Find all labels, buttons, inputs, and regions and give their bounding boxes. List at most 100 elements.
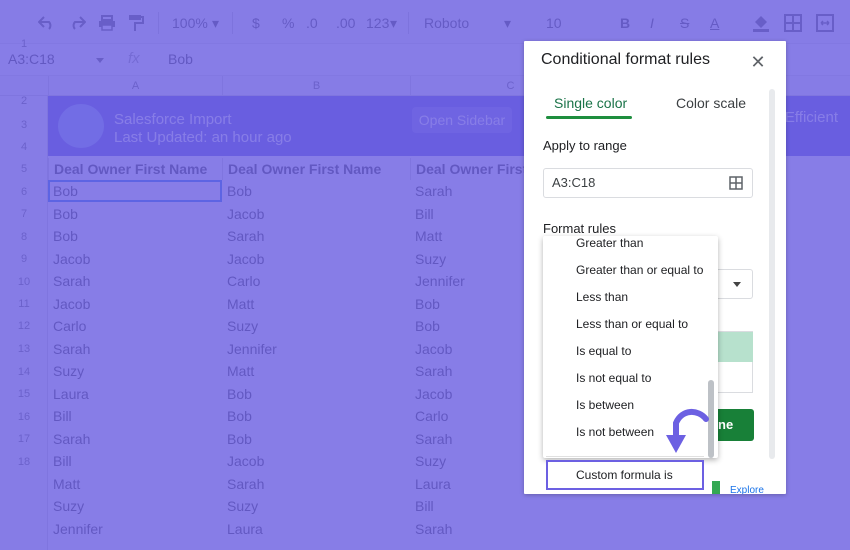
tab-color-scale[interactable]: Color scale — [676, 95, 746, 111]
table-cell[interactable]: Bob — [48, 203, 222, 225]
explore-link[interactable]: Explore — [730, 485, 764, 494]
row-number[interactable]: 5 — [0, 163, 48, 175]
table-cell[interactable]: Bob — [222, 383, 410, 405]
increase-decimal-button[interactable]: .00 — [336, 12, 355, 34]
table-cell[interactable]: Suzy — [48, 360, 222, 382]
row-number[interactable]: 14 — [0, 366, 48, 378]
header-cell[interactable]: Deal Owner First Name — [222, 158, 410, 180]
row-number[interactable]: 10 — [0, 276, 48, 288]
table-cell[interactable]: Suzy — [48, 495, 222, 517]
number-format-select[interactable]: 123 — [366, 12, 389, 34]
bold-button[interactable]: B — [620, 12, 630, 34]
font-size-select[interactable]: 10 — [546, 12, 562, 34]
row-number[interactable]: 15 — [0, 388, 48, 400]
table-cell[interactable]: Jacob — [222, 203, 410, 225]
table-cell[interactable]: Sarah — [48, 270, 222, 292]
table-cell[interactable]: Sarah — [222, 473, 410, 495]
table-cell[interactable]: Bill — [48, 405, 222, 427]
table-cell[interactable]: Matt — [48, 473, 222, 495]
format-tabs: Single color Color scale — [524, 93, 774, 121]
menu-item-custom-formula[interactable]: Custom formula is — [546, 460, 704, 490]
name-box[interactable]: A3:C18 — [8, 51, 55, 67]
table-cell[interactable]: Suzy — [222, 315, 410, 337]
table-cell[interactable]: Bob — [222, 405, 410, 427]
row-number[interactable]: 1 — [0, 38, 48, 50]
table-cell[interactable]: Jennifer — [222, 338, 410, 360]
row-number[interactable]: 2 — [0, 95, 48, 107]
active-cell-selection — [48, 180, 222, 202]
borders-icon[interactable] — [784, 12, 802, 34]
column-header-a[interactable]: A — [48, 76, 222, 96]
table-cell[interactable]: Bob — [48, 225, 222, 247]
table-cell[interactable]: Bob — [222, 180, 410, 202]
row-number[interactable]: 16 — [0, 411, 48, 423]
row-number[interactable]: 13 — [0, 343, 48, 355]
open-sidebar-button[interactable]: Open Sidebar — [412, 107, 512, 133]
row-number[interactable]: 18 — [0, 456, 48, 468]
explore-icon — [712, 481, 720, 494]
redo-icon[interactable] — [68, 12, 86, 34]
table-cell[interactable]: Sarah — [48, 428, 222, 450]
active-tab-indicator — [546, 116, 632, 119]
decrease-decimal-button[interactable]: .0 — [306, 12, 318, 34]
currency-format-button[interactable]: $ — [252, 12, 260, 34]
row-number[interactable]: 7 — [0, 208, 48, 220]
done-button[interactable]: ne — [714, 409, 754, 441]
table-cell[interactable]: Sarah — [48, 338, 222, 360]
print-icon[interactable] — [98, 12, 116, 34]
table-cell[interactable]: Bill — [410, 495, 608, 517]
row-number[interactable]: 17 — [0, 433, 48, 445]
row-number[interactable]: 12 — [0, 320, 48, 332]
toolbar: 100% ▾ $ % .0 .00 123 ▾ Roboto ▾ 10 B I … — [0, 0, 850, 44]
menu-item-less-than-or-equal[interactable]: Less than or equal to — [543, 311, 718, 338]
select-range-icon[interactable] — [729, 176, 743, 190]
row-number[interactable]: 8 — [0, 231, 48, 243]
menu-item-greater-than-or-equal[interactable]: Greater than or equal to — [543, 257, 718, 284]
menu-item-greater-than[interactable]: Greater than — [543, 236, 718, 257]
column-header-b[interactable]: B — [222, 76, 410, 96]
table-cell[interactable]: Jacob — [48, 293, 222, 315]
zoom-select[interactable]: 100% — [172, 12, 208, 34]
menu-item-is-equal-to[interactable]: Is equal to — [543, 338, 718, 365]
table-cell[interactable]: Sarah — [410, 518, 608, 540]
row-number[interactable]: 3 — [0, 119, 48, 131]
table-cell[interactable]: Jacob — [48, 248, 222, 270]
table-cell[interactable]: Sarah — [222, 225, 410, 247]
format-rules-label: Format rules — [543, 221, 616, 236]
tab-single-color[interactable]: Single color — [554, 95, 627, 111]
banner-subtitle: Last Updated: an hour ago — [114, 129, 292, 146]
table-cell[interactable]: Jennifer — [48, 518, 222, 540]
table-cell[interactable]: Jacob — [222, 450, 410, 472]
formula-input[interactable]: Bob — [168, 51, 193, 67]
table-cell[interactable]: Matt — [222, 293, 410, 315]
header-cell[interactable]: Deal Owner First Name — [48, 158, 222, 180]
table-cell[interactable]: Carlo — [222, 270, 410, 292]
row-number[interactable]: 4 — [0, 141, 48, 153]
table-cell[interactable]: Bill — [48, 450, 222, 472]
row-number[interactable]: 9 — [0, 253, 48, 265]
undo-icon[interactable] — [38, 12, 56, 34]
table-cell[interactable]: Laura — [48, 383, 222, 405]
menu-item-less-than[interactable]: Less than — [543, 284, 718, 311]
fill-color-icon[interactable] — [752, 12, 770, 34]
menu-item-is-not-equal-to[interactable]: Is not equal to — [543, 365, 718, 392]
close-icon[interactable]: ✕ — [748, 52, 768, 72]
italic-button[interactable]: I — [650, 12, 654, 34]
font-family-select[interactable]: Roboto — [424, 12, 469, 34]
text-color-button[interactable]: A — [710, 12, 719, 34]
percent-format-button[interactable]: % — [282, 12, 294, 34]
chevron-down-icon: ▾ — [212, 15, 220, 31]
row-number[interactable]: 11 — [0, 298, 48, 310]
merge-cells-icon[interactable] — [816, 12, 834, 34]
panel-scrollbar[interactable] — [769, 89, 775, 459]
table-cell[interactable]: Suzy — [222, 495, 410, 517]
table-cell[interactable]: Matt — [222, 360, 410, 382]
table-cell[interactable]: Bob — [222, 428, 410, 450]
strikethrough-button[interactable]: S — [680, 12, 689, 34]
table-cell[interactable]: Laura — [222, 518, 410, 540]
paint-format-icon[interactable] — [128, 12, 144, 34]
table-cell[interactable]: Jacob — [222, 248, 410, 270]
row-number[interactable]: 6 — [0, 186, 48, 198]
range-input[interactable]: A3:C18 — [543, 168, 753, 198]
table-cell[interactable]: Carlo — [48, 315, 222, 337]
